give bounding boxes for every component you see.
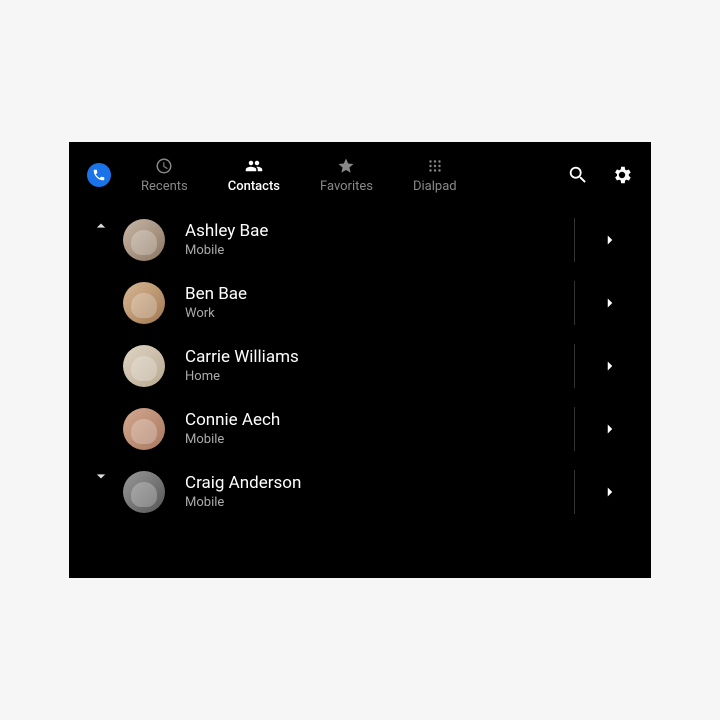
contact-name: Carrie Williams — [185, 347, 554, 367]
tabs: Recents Contacts Favorites Dialpad — [141, 157, 457, 194]
contact-name: Ashley Bae — [185, 221, 554, 241]
scroll-down-button[interactable] — [91, 466, 111, 486]
tab-recents[interactable]: Recents — [141, 157, 188, 194]
contact-name: Craig Anderson — [185, 473, 554, 493]
gear-icon[interactable] — [611, 164, 633, 186]
tab-contacts[interactable]: Contacts — [228, 157, 280, 194]
star-icon — [337, 157, 355, 175]
contacts-list: Ashley Bae Mobile Ben Bae Work — [69, 208, 651, 523]
contact-detail-button[interactable] — [595, 420, 625, 438]
tab-label: Contacts — [228, 179, 280, 194]
chevron-right-icon — [601, 483, 619, 501]
contact-row[interactable]: Ashley Bae Mobile — [123, 208, 651, 271]
avatar — [123, 282, 165, 324]
phone-app-icon — [87, 163, 111, 187]
contact-phonetype: Work — [185, 306, 554, 321]
avatar — [123, 345, 165, 387]
search-icon[interactable] — [567, 164, 589, 186]
tab-dialpad[interactable]: Dialpad — [413, 157, 457, 194]
scroll-up-button[interactable] — [91, 216, 111, 236]
contact-name: Ben Bae — [185, 284, 554, 304]
chevron-right-icon — [601, 231, 619, 249]
contact-name: Connie Aech — [185, 410, 554, 430]
contact-phonetype: Home — [185, 369, 554, 384]
contact-row[interactable]: Connie Aech Mobile — [123, 397, 651, 460]
contact-detail-button[interactable] — [595, 357, 625, 375]
avatar — [123, 408, 165, 450]
contact-detail-button[interactable] — [595, 231, 625, 249]
tab-label: Favorites — [320, 179, 373, 194]
row-divider — [574, 407, 575, 451]
phone-app-window: Recents Contacts Favorites Dialpad — [69, 142, 651, 578]
header-actions — [567, 164, 633, 186]
tab-favorites[interactable]: Favorites — [320, 157, 373, 194]
people-icon — [245, 157, 263, 175]
contact-text: Ben Bae Work — [185, 284, 554, 321]
contact-detail-button[interactable] — [595, 294, 625, 312]
header-bar: Recents Contacts Favorites Dialpad — [69, 142, 651, 208]
contact-text: Craig Anderson Mobile — [185, 473, 554, 510]
contact-phonetype: Mobile — [185, 243, 554, 258]
contact-phonetype: Mobile — [185, 495, 554, 510]
row-divider — [574, 281, 575, 325]
avatar — [123, 471, 165, 513]
contact-text: Ashley Bae Mobile — [185, 221, 554, 258]
clock-icon — [155, 157, 173, 175]
contact-detail-button[interactable] — [595, 483, 625, 501]
chevron-right-icon — [601, 294, 619, 312]
chevron-right-icon — [601, 357, 619, 375]
contact-row[interactable]: Ben Bae Work — [123, 271, 651, 334]
row-divider — [574, 218, 575, 262]
contact-row[interactable]: Carrie Williams Home — [123, 334, 651, 397]
dialpad-icon — [426, 157, 444, 175]
contact-text: Carrie Williams Home — [185, 347, 554, 384]
chevron-right-icon — [601, 420, 619, 438]
tab-label: Recents — [141, 179, 188, 194]
contact-text: Connie Aech Mobile — [185, 410, 554, 447]
tab-label: Dialpad — [413, 179, 457, 194]
row-divider — [574, 344, 575, 388]
contact-phonetype: Mobile — [185, 432, 554, 447]
row-divider — [574, 470, 575, 514]
avatar — [123, 219, 165, 261]
contact-row[interactable]: Craig Anderson Mobile — [123, 460, 651, 523]
